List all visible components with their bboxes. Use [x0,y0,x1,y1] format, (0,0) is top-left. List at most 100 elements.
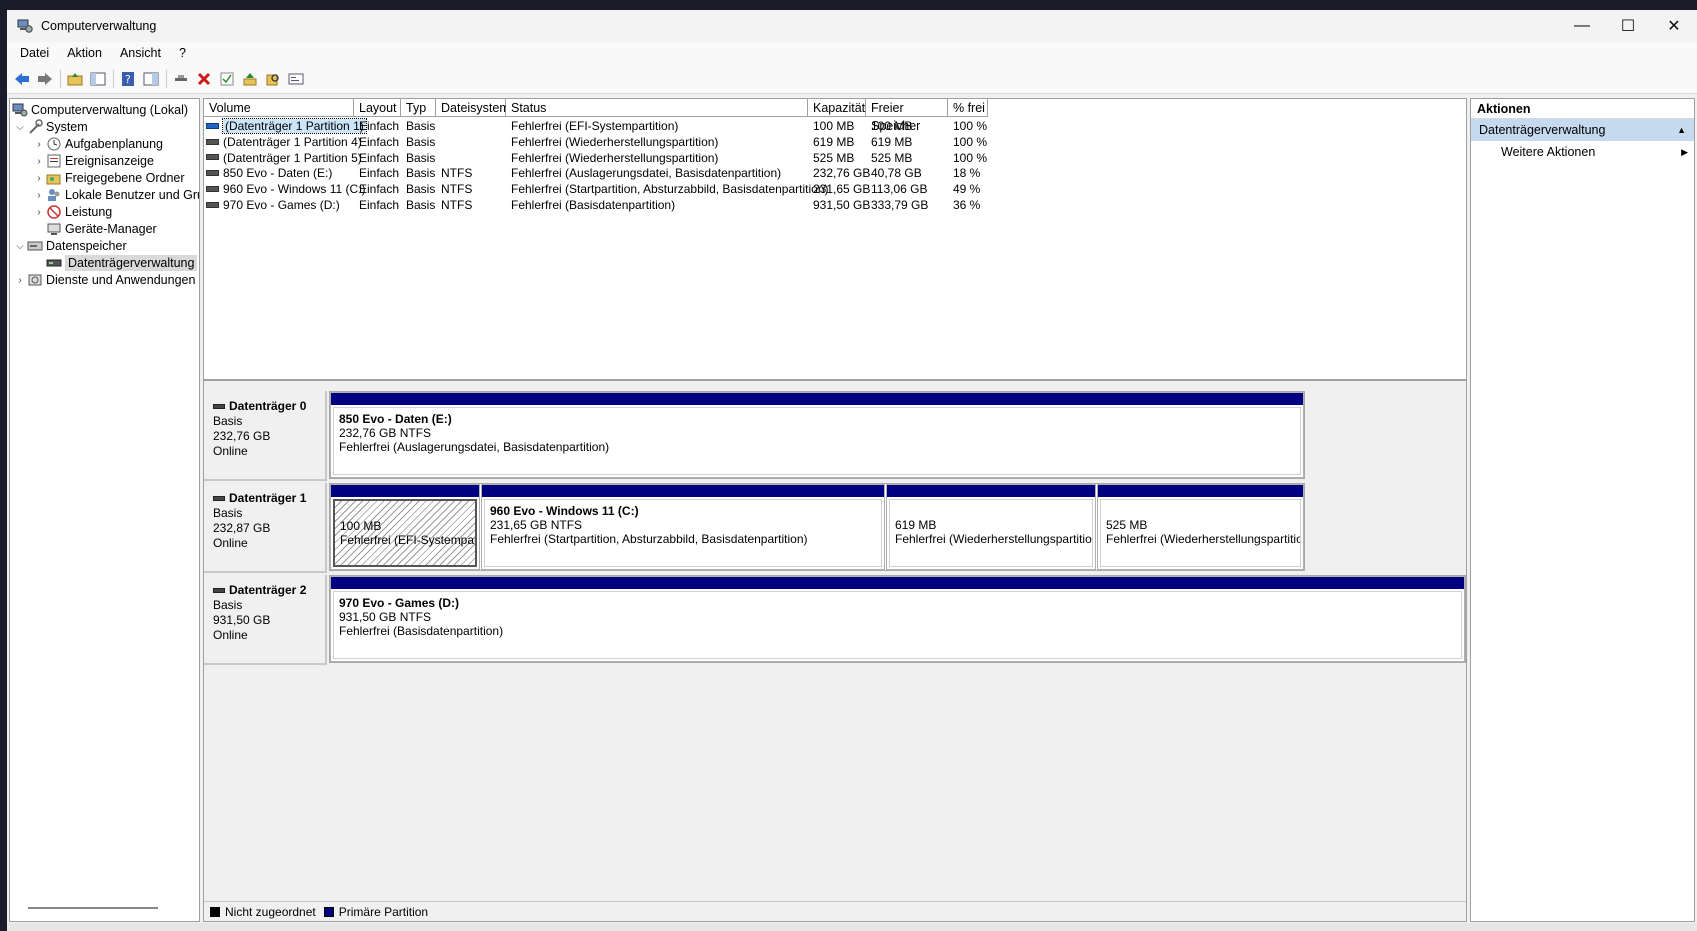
tree-node-root[interactable]: Computerverwaltung (Lokal) [12,101,188,119]
cell-status[interactable]: Fehlerfrei (Basisdatenpartition) [511,197,675,213]
chevron-right-icon[interactable]: › [32,173,46,184]
chevron-right-icon[interactable]: › [32,190,46,201]
properties-view-icon[interactable] [140,68,162,90]
cell-layout[interactable]: Einfach [359,134,399,150]
cell-pct[interactable]: 18 % [953,165,980,181]
horizontal-scrollbar[interactable] [28,907,158,909]
column-header-kapazitaet[interactable]: Kapazität [808,99,866,117]
cell-layout[interactable]: Einfach [359,150,399,166]
tree-node-system[interactable]: ⌵ System [13,118,88,136]
tree-node-datenspeicher[interactable]: ⌵ Datenspeicher [13,237,126,255]
chevron-down-icon[interactable]: ⌵ [13,241,27,252]
cell-capacity[interactable]: 100 MB [813,118,854,134]
tree-node-lokale-benutzer[interactable]: › Lokale Benutzer und Gru [32,186,199,204]
cell-layout[interactable]: Einfach [359,118,399,134]
partition-recovery-1[interactable]: 619 MB Fehlerfrei (Wiederherstellungspar… [886,484,1096,570]
tree-node-geraete-manager[interactable]: Geräte-Manager [46,220,157,238]
cell-status[interactable]: Fehlerfrei (Auslagerungsdatei, Basisdate… [511,165,781,181]
cell-capacity[interactable]: 232,76 GB [813,165,870,181]
partition-d[interactable]: 970 Evo - Games (D:) 931,50 GB NTFS Fehl… [330,576,1465,662]
cell-capacity[interactable]: 931,50 GB [813,197,870,213]
cell-free[interactable]: 113,06 GB [871,181,927,197]
tree-node-aufgabenplanung[interactable]: › Aufgabenplanung [32,135,163,153]
cell-pct[interactable]: 100 % [953,134,987,150]
cell-typ[interactable]: Basis [406,165,435,181]
cell-free[interactable]: 619 MB [871,134,912,150]
column-header-dateisystem[interactable]: Dateisystem [436,99,510,117]
delete-icon[interactable] [193,68,215,90]
cell-fs[interactable]: NTFS [441,197,472,213]
partition-recovery-2[interactable]: 525 MB Fehlerfrei (Wiederherstellungspar… [1097,484,1304,570]
chevron-down-icon[interactable]: ⌵ [13,122,27,133]
cell-free[interactable]: 100 MB [871,118,912,134]
collapse-icon[interactable]: ▲ [1677,119,1686,141]
export-icon[interactable] [239,68,261,90]
cell-typ[interactable]: Basis [406,150,435,166]
tree-node-leistung[interactable]: › Leistung [32,203,112,221]
disk-label[interactable]: Datenträger 2 Basis 931,50 GB Online [204,575,327,665]
disk-1[interactable]: Datenträger 1 Basis 232,87 GB Online 100… [204,483,1305,573]
column-header-volume[interactable]: Volume [204,99,354,117]
cell-typ[interactable]: Basis [406,181,435,197]
tree-node-ereignisanzeige[interactable]: › Ereignisanzeige [32,152,154,170]
column-header-prozent-frei[interactable]: % frei [948,99,988,117]
cell-free[interactable]: 333,79 GB [871,197,928,213]
cell-status[interactable]: Fehlerfrei (Wiederherstellungspartition) [511,150,718,166]
cell-free[interactable]: 525 MB [871,150,912,166]
cell-pct[interactable]: 49 % [953,181,980,197]
action-weitere-aktionen[interactable]: Weitere Aktionen ▶ [1471,141,1694,163]
cell-pct[interactable]: 100 % [953,150,987,166]
cell-layout[interactable]: Einfach [359,165,399,181]
cell-capacity[interactable]: 619 MB [813,134,854,150]
cell-pct[interactable]: 36 % [953,197,980,213]
menu-aktion[interactable]: Aktion [58,42,111,64]
cell-capacity[interactable]: 525 MB [813,150,854,166]
column-header-typ[interactable]: Typ [401,99,436,117]
chevron-right-icon[interactable]: › [32,139,46,150]
partition-c[interactable]: 960 Evo - Windows 11 (C:) 231,65 GB NTFS… [481,484,885,570]
help-icon[interactable]: ? [117,68,139,90]
cell-status[interactable]: Fehlerfrei (Startpartition, Absturzabbil… [511,181,829,197]
show-hide-tree-icon[interactable] [87,68,109,90]
tree-node-freigegebene-ordner[interactable]: › Freigegebene Ordner [32,169,184,187]
cell-fs[interactable]: NTFS [441,165,472,181]
close-button[interactable]: ✕ [1651,10,1697,42]
cell-fs[interactable]: NTFS [441,181,472,197]
cell-typ[interactable]: Basis [406,118,435,134]
disk-0[interactable]: Datenträger 0 Basis 232,76 GB Online 850… [204,391,1305,481]
forward-icon[interactable] [34,68,56,90]
connect-icon[interactable] [170,68,192,90]
cell-volume[interactable]: 850 Evo - Daten (E:) [206,165,332,181]
menu-ansicht[interactable]: Ansicht [111,42,170,64]
cell-typ[interactable]: Basis [406,134,435,150]
cell-status[interactable]: Fehlerfrei (Wiederherstellungspartition) [511,134,718,150]
cell-status[interactable]: Fehlerfrei (EFI-Systempartition) [511,118,678,134]
disk-label[interactable]: Datenträger 1 Basis 232,87 GB Online [204,483,327,573]
cell-volume[interactable]: (Datenträger 1 Partition 4) [206,134,362,150]
column-header-status[interactable]: Status [506,99,808,117]
cell-layout[interactable]: Einfach [359,181,399,197]
chevron-right-icon[interactable]: › [32,156,46,167]
menu-help[interactable]: ? [170,42,195,64]
cell-pct[interactable]: 100 % [953,118,987,134]
tree-node-dienste[interactable]: › Dienste und Anwendungen [13,271,195,289]
settings-icon[interactable] [285,68,307,90]
search-icon[interactable] [262,68,284,90]
tree-node-datentraegerverwaltung[interactable]: Datenträgerverwaltung [46,254,198,272]
partition-e[interactable]: 850 Evo - Daten (E:) 232,76 GB NTFS Fehl… [330,392,1304,478]
chevron-right-icon[interactable]: › [32,207,46,218]
cell-volume[interactable]: 960 Evo - Windows 11 (C:) [206,181,366,197]
partition-efi[interactable]: 100 MB Fehlerfrei (EFI-Systempartition) [330,484,480,570]
disk-2[interactable]: Datenträger 2 Basis 931,50 GB Online 970… [204,575,1466,665]
cell-capacity[interactable]: 231,65 GB [813,181,870,197]
cell-typ[interactable]: Basis [406,197,435,213]
minimize-button[interactable]: — [1559,10,1605,42]
cell-free[interactable]: 40,78 GB [871,165,922,181]
chevron-right-icon[interactable]: › [13,275,27,286]
maximize-button[interactable]: ☐ [1605,10,1651,42]
cell-volume[interactable]: (Datenträger 1 Partition 1) [206,118,367,134]
disk-label[interactable]: Datenträger 0 Basis 232,76 GB Online [204,391,327,481]
menu-datei[interactable]: Datei [11,42,58,64]
column-header-layout[interactable]: Layout [354,99,401,117]
cell-layout[interactable]: Einfach [359,197,399,213]
